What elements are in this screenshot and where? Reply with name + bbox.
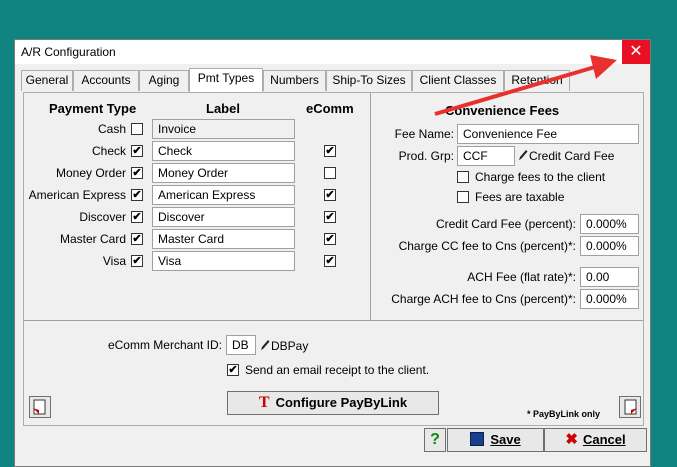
visa-label-field[interactable]: Visa: [152, 251, 295, 271]
charge-fees-checkbox[interactable]: [457, 171, 469, 183]
discover-ecomm-checkbox[interactable]: ✔: [324, 211, 336, 223]
ar-configuration-window: A/R Configuration ✕ General Accounts Agi…: [14, 39, 651, 467]
header-ecomm: eComm: [306, 101, 354, 116]
visa-ecomm-checkbox[interactable]: ✔: [324, 255, 336, 267]
fee-name-label: Fee Name:: [394, 127, 454, 141]
charge-ach-input[interactable]: 0.000%: [580, 289, 639, 309]
email-receipt-label: Send an email receipt to the client.: [245, 363, 430, 377]
master-card-label-field[interactable]: Master Card: [152, 229, 295, 249]
merchant-pencil-icon[interactable]: [260, 339, 270, 354]
email-receipt-checkbox[interactable]: ✔: [227, 364, 239, 376]
pmt-types-page: Payment Type Label eComm Cash Invoice Ch…: [23, 92, 644, 426]
cash-enabled-checkbox[interactable]: [131, 123, 143, 135]
discover-enabled-checkbox[interactable]: ✔: [131, 211, 143, 223]
charge-cc-input[interactable]: 0.000%: [580, 236, 639, 256]
check-enabled-checkbox[interactable]: ✔: [131, 145, 143, 157]
payment-type-check: Check: [91, 144, 126, 158]
help-button[interactable]: ?: [424, 428, 446, 452]
charge-ach-label: Charge ACH fee to Cns (percent)*:: [391, 292, 576, 306]
window-title: A/R Configuration: [21, 45, 116, 59]
payment-type-visa: Visa: [102, 254, 126, 268]
charge-cc-label: Charge CC fee to Cns (percent)*:: [398, 239, 576, 253]
tab-numbers[interactable]: Numbers: [263, 70, 326, 91]
section-divider-vertical: [370, 93, 371, 320]
cancel-button[interactable]: ✖ Cancel: [544, 428, 647, 452]
charge-fees-label: Charge fees to the client: [475, 170, 606, 184]
save-button[interactable]: Save: [447, 428, 544, 452]
check-ecomm-checkbox[interactable]: ✔: [324, 145, 336, 157]
merchant-id-label: eComm Merchant ID:: [107, 338, 222, 352]
payment-type-discover: Discover: [79, 210, 126, 224]
tab-aging[interactable]: Aging: [139, 70, 189, 91]
tab-retention[interactable]: Retention: [504, 70, 570, 91]
payment-type-american-express: American Express: [28, 188, 126, 202]
fees-taxable-checkbox[interactable]: [457, 191, 469, 203]
visa-enabled-checkbox[interactable]: ✔: [131, 255, 143, 267]
x-icon: ✖: [565, 431, 578, 448]
header-payment-type: Payment Type: [49, 101, 137, 116]
amex-label-field[interactable]: American Express: [152, 185, 295, 205]
paybylink-note: * PayByLink only: [527, 409, 601, 419]
pencil-icon[interactable]: [518, 149, 528, 164]
tab-general[interactable]: General: [21, 70, 73, 91]
cash-label-field[interactable]: Invoice: [152, 119, 295, 139]
section-divider-horizontal: [24, 320, 643, 321]
ach-fee-input[interactable]: 0.00: [580, 267, 639, 287]
button-bar: ? Save ✖ Cancel: [15, 426, 650, 466]
right-page-icon-button[interactable]: [619, 396, 641, 418]
money-order-label-field[interactable]: Money Order: [152, 163, 295, 183]
prod-grp-label: Prod. Grp:: [398, 149, 454, 163]
convenience-fees-title: Convenience Fees: [445, 103, 560, 118]
floppy-icon: [470, 432, 485, 446]
left-page-icon-button[interactable]: [29, 396, 51, 418]
paybylink-icon: T: [258, 394, 270, 411]
amex-enabled-checkbox[interactable]: ✔: [131, 189, 143, 201]
tab-pmt-types[interactable]: Pmt Types: [189, 68, 263, 92]
money-order-ecomm-checkbox[interactable]: [324, 167, 336, 179]
master-card-ecomm-checkbox[interactable]: ✔: [324, 233, 336, 245]
master-card-enabled-checkbox[interactable]: ✔: [131, 233, 143, 245]
payment-type-cash: Cash: [97, 122, 126, 136]
money-order-enabled-checkbox[interactable]: ✔: [131, 167, 143, 179]
payment-type-master-card: Master Card: [59, 232, 126, 246]
amex-ecomm-checkbox[interactable]: ✔: [324, 189, 336, 201]
ach-fee-label: ACH Fee (flat rate)*:: [467, 270, 576, 284]
configure-paybylink-button[interactable]: T Configure PayByLink: [227, 391, 439, 415]
close-button[interactable]: ✕: [622, 40, 650, 64]
cc-fee-label: Credit Card Fee (percent):: [435, 217, 576, 231]
prod-grp-description: Credit Card Fee: [529, 149, 615, 163]
fees-taxable-label: Fees are taxable: [475, 190, 565, 204]
tab-accounts[interactable]: Accounts: [73, 70, 139, 91]
discover-label-field[interactable]: Discover: [152, 207, 295, 227]
payment-type-money-order: Money Order: [55, 166, 126, 180]
check-label-field[interactable]: Check: [152, 141, 295, 161]
prod-grp-input[interactable]: CCF: [457, 146, 515, 166]
fee-name-input[interactable]: Convenience Fee: [457, 124, 639, 144]
header-label: Label: [206, 101, 240, 116]
merchant-id-input[interactable]: DB: [226, 335, 256, 355]
tab-ship-to-sizes[interactable]: Ship-To Sizes: [326, 70, 412, 91]
cc-fee-input[interactable]: 0.000%: [580, 214, 639, 234]
merchant-description: DBPay: [271, 339, 309, 353]
tab-client-classes[interactable]: Client Classes: [412, 70, 504, 91]
title-bar: A/R Configuration ✕: [15, 40, 650, 64]
